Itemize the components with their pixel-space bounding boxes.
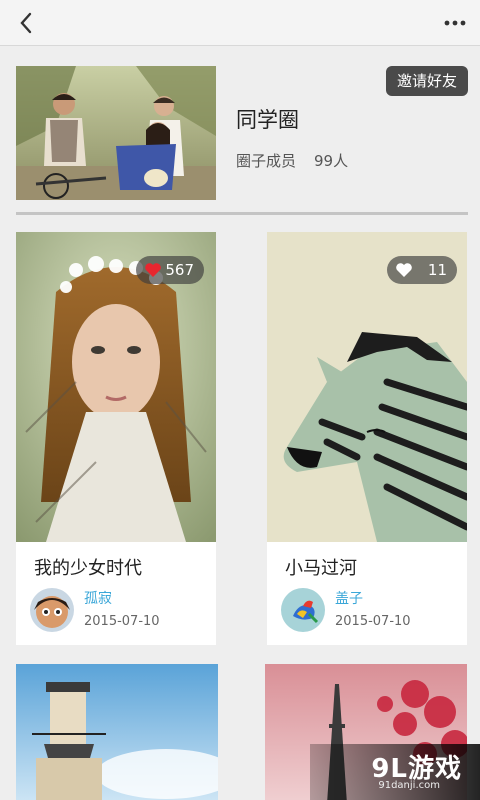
member-count: 99人 <box>314 152 349 170</box>
top-bar <box>0 0 480 46</box>
back-chevron-icon[interactable] <box>14 10 40 36</box>
post-card[interactable]: 567 我的少女时代 孤寂 2015-07-10 <box>16 232 216 645</box>
post-date: 2015-07-10 <box>335 614 411 629</box>
circle-cover-image <box>16 66 216 200</box>
watermark-url: 91danji.com <box>378 780 440 791</box>
post-card[interactable] <box>16 664 218 800</box>
author-name[interactable]: 孤寂 <box>84 588 112 608</box>
like-count: 11 <box>427 261 447 279</box>
post-date: 2015-07-10 <box>84 614 160 629</box>
watermark: 9L游戏 91danji.com <box>310 744 480 800</box>
post-image <box>16 664 218 800</box>
circle-title: 同学圈 <box>236 108 299 132</box>
like-badge[interactable]: 11 <box>387 256 457 284</box>
invite-friends-button[interactable]: 邀请好友 <box>386 66 468 96</box>
author-name[interactable]: 盖子 <box>335 588 363 608</box>
circle-header: 同学圈 圈子成员 99人 邀请好友 <box>16 66 468 202</box>
like-count: 567 <box>165 261 194 279</box>
more-dots-icon[interactable] <box>442 10 468 36</box>
post-title: 小马过河 <box>285 558 357 579</box>
like-badge[interactable]: 567 <box>136 256 204 284</box>
post-title: 我的少女时代 <box>34 558 142 579</box>
post-card[interactable]: 11 小马过河 盖子 2015-07-10 <box>267 232 467 645</box>
author-avatar[interactable] <box>281 588 325 632</box>
heart-icon <box>396 263 412 277</box>
heart-icon <box>145 263 161 277</box>
section-divider <box>16 212 468 215</box>
author-avatar[interactable] <box>30 588 74 632</box>
member-label: 圈子成员 <box>236 152 297 170</box>
